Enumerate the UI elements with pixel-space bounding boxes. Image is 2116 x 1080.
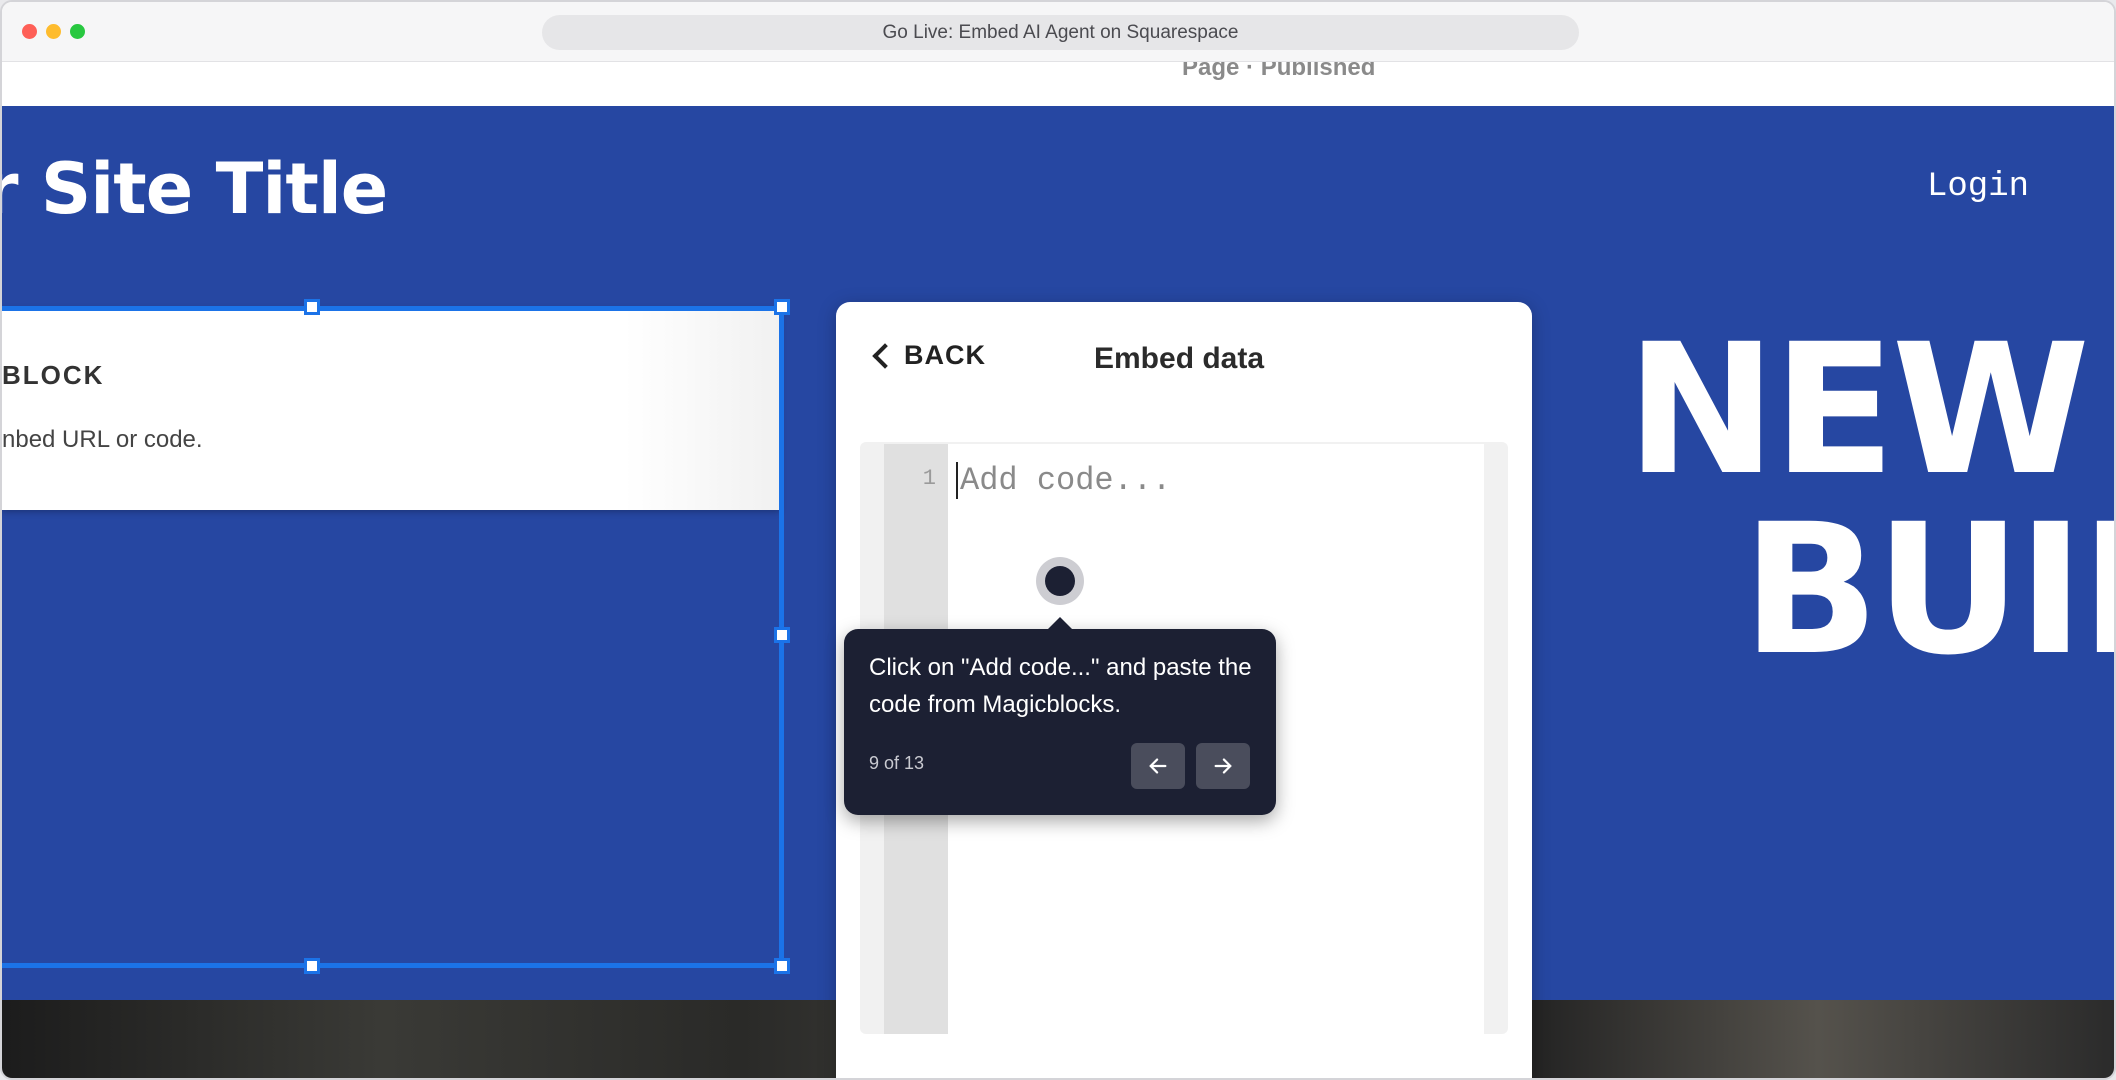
tour-tooltip: Click on "Add code..." and paste the cod… (844, 617, 1276, 815)
back-button[interactable]: BACK (868, 340, 986, 371)
hotspot-dot (1045, 566, 1075, 596)
code-placeholder[interactable]: Add code... (956, 462, 1171, 499)
resize-handle-top[interactable] (304, 299, 320, 315)
resize-handle-bottom[interactable] (304, 958, 320, 974)
title-bar: Go Live: Embed AI Agent on Squarespace (2, 2, 2114, 62)
panel-title: Embed data (1094, 342, 1265, 375)
site-title: r Site Title (2, 148, 388, 230)
maximize-window-icon[interactable] (70, 24, 85, 39)
browser-window: Go Live: Embed AI Agent on Squarespace P… (0, 0, 2116, 1080)
arrow-right-icon (1214, 758, 1232, 774)
window-title: Go Live: Embed AI Agent on Squarespace (542, 15, 1579, 50)
page-status: Page · Published (1182, 62, 1376, 81)
chevron-left-icon (872, 342, 898, 369)
tooltip-text: Click on "Add code..." and paste the cod… (869, 654, 1252, 718)
resize-handle-top-right[interactable] (774, 299, 790, 315)
login-link[interactable]: Login (1927, 168, 2029, 206)
block-selection-frame (2, 306, 784, 968)
close-window-icon[interactable] (22, 24, 37, 39)
minimize-window-icon[interactable] (46, 24, 61, 39)
tooltip-arrow (1048, 617, 1072, 629)
previous-step-button[interactable] (1131, 743, 1185, 789)
hero-heading-line-2: BUII (1742, 486, 2114, 695)
back-label: BACK (904, 340, 986, 370)
arrow-left-icon (1149, 758, 1167, 774)
tooltip-step-counter: 9 of 13 (869, 753, 925, 773)
line-number: 1 (922, 466, 936, 491)
next-step-button[interactable] (1196, 743, 1250, 789)
editor-top-bar: Page · Published (2, 62, 2114, 106)
resize-handle-bottom-right[interactable] (774, 958, 790, 974)
resize-handle-right[interactable] (774, 627, 790, 643)
hero-heading-line-1: NEW (1626, 306, 2090, 515)
tour-hotspot-icon (1036, 557, 1084, 605)
